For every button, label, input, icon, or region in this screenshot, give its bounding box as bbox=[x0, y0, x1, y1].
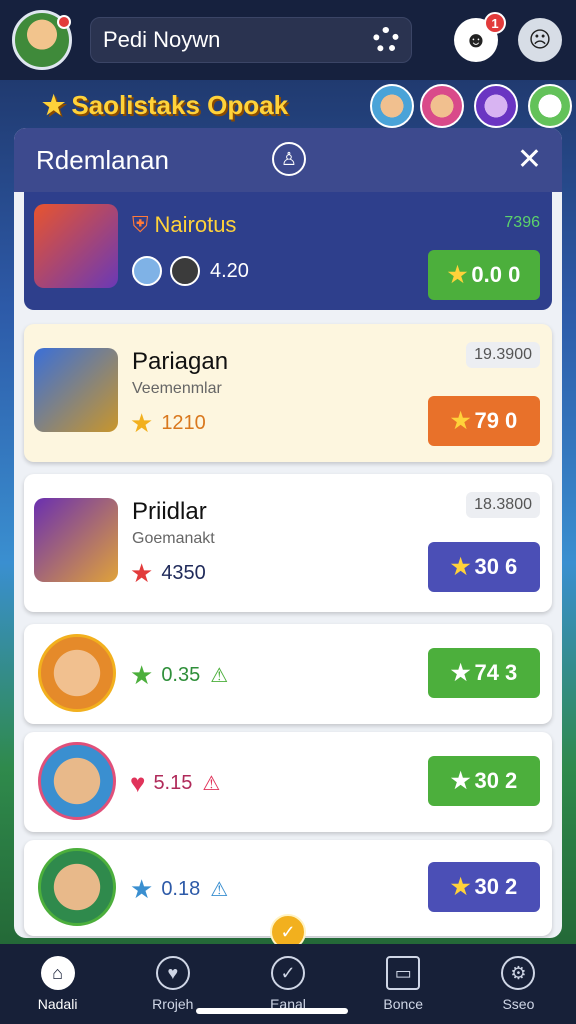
action-button[interactable]: ★ 74 3 bbox=[428, 648, 540, 698]
star-icon: ★ bbox=[42, 90, 66, 120]
action-button[interactable]: ★ 30 2 bbox=[428, 862, 540, 912]
player-portrait bbox=[38, 848, 116, 926]
player-portrait bbox=[34, 204, 118, 288]
action-button[interactable]: ★ 30 2 bbox=[428, 756, 540, 806]
tv-icon: ▭ bbox=[386, 956, 421, 990]
player-score: ♥ 5.15 ⚠ bbox=[130, 768, 221, 798]
notification-badge: 1 bbox=[484, 12, 506, 34]
featured-player-card[interactable]: ⛨ Nairotus 7396 4.20 ★ 0.0 0 bbox=[24, 192, 552, 310]
status-dot bbox=[57, 15, 71, 29]
featured-name: ⛨ Nairotus bbox=[132, 212, 237, 237]
player-row[interactable]: Priidlar Goemanakt ★ 4350 18.3800 ★ 30 6 bbox=[24, 474, 552, 612]
username-field[interactable]: Pedi Noywn bbox=[90, 17, 412, 63]
settings-gear-icon[interactable] bbox=[373, 27, 399, 53]
star-icon: ★ bbox=[450, 554, 471, 579]
nav-label: Nadali bbox=[37, 996, 78, 1012]
nav-label: Sseo bbox=[502, 996, 535, 1012]
panel-title: Rdemlanan bbox=[36, 144, 169, 175]
friend-avatar[interactable] bbox=[528, 84, 572, 128]
player-name: Priidlar bbox=[132, 498, 207, 525]
username-label: Pedi Noywn bbox=[103, 27, 221, 52]
gear-icon: ⚙ bbox=[501, 956, 536, 990]
player-portrait bbox=[34, 348, 118, 432]
shield-icon: ♥ bbox=[155, 956, 190, 990]
angry-face-icon[interactable]: ☹ bbox=[518, 18, 562, 62]
leaderboard-panel: Rdemlanan ♙ ✕ ⛨ Nairotus 7396 4.20 ★ 0.0 0… bbox=[14, 128, 562, 938]
player-row[interactable]: ★ 0.35 ⚠ ★ 74 3 bbox=[24, 624, 552, 724]
player-tag: 19.3900 bbox=[466, 342, 540, 368]
player-row[interactable]: ♥ 5.15 ⚠ ★ 30 2 bbox=[24, 732, 552, 832]
action-button[interactable]: ★ 30 6 bbox=[428, 542, 540, 592]
player-subtitle: Veemenmlar bbox=[132, 380, 222, 397]
friend-avatar[interactable] bbox=[474, 84, 518, 128]
player-portrait bbox=[34, 498, 118, 582]
player-portrait bbox=[38, 634, 116, 712]
star-icon: ★ bbox=[130, 874, 154, 904]
player-subtitle: Goemanakt bbox=[132, 530, 215, 547]
star-icon: ★ bbox=[130, 660, 154, 690]
warning-icon: ⚠ bbox=[210, 879, 229, 901]
star-icon: ★ bbox=[450, 768, 471, 793]
close-icon[interactable]: ✕ bbox=[517, 142, 542, 177]
star-icon: ★ bbox=[130, 558, 154, 588]
player-tag: 18.3800 bbox=[466, 492, 540, 518]
home-icon: ⌂ bbox=[40, 956, 75, 990]
featured-score: 4.20 bbox=[210, 260, 249, 282]
warning-icon: ⚠ bbox=[202, 773, 221, 795]
nav-label: Bonce bbox=[383, 996, 424, 1012]
star-icon: ★ bbox=[130, 408, 154, 438]
heart-icon: ♥ bbox=[130, 768, 146, 798]
star-icon: ★ bbox=[447, 262, 468, 287]
shield-icon: ⛨ bbox=[132, 212, 149, 237]
player-row[interactable]: Pariagan Veemenmlar ★ 1210 19.3900 ★ 79 0 bbox=[24, 324, 552, 462]
star-icon: ★ bbox=[450, 408, 471, 433]
action-button[interactable]: ★ 79 0 bbox=[428, 396, 540, 446]
warning-icon: ⚠ bbox=[210, 665, 229, 687]
player-score: ★ 4350 bbox=[130, 558, 206, 588]
featured-claim-button[interactable]: ★ 0.0 0 bbox=[428, 250, 540, 300]
panel-header: Rdemlanan ♙ ✕ bbox=[14, 128, 562, 192]
nav-label: Rrojeh bbox=[152, 996, 194, 1012]
trophy-icon[interactable]: ♙ bbox=[272, 142, 306, 176]
banner-title: ★ Saolistaks Opoak bbox=[42, 90, 289, 120]
player-portrait bbox=[38, 742, 116, 820]
avatar[interactable] bbox=[12, 10, 72, 70]
nav-settings[interactable]: ⚙ Sseo bbox=[461, 944, 576, 1024]
home-indicator[interactable] bbox=[196, 1008, 348, 1014]
star-icon: ★ bbox=[450, 660, 471, 685]
nav-bonus[interactable]: ▭ Bonce bbox=[346, 944, 461, 1024]
star-icon: ★ bbox=[450, 874, 471, 899]
team-avatar bbox=[132, 256, 162, 286]
team-avatar bbox=[170, 256, 200, 286]
player-score: ★ 0.18 ⚠ bbox=[130, 874, 229, 904]
player-name: Pariagan bbox=[132, 348, 229, 375]
friend-avatar[interactable] bbox=[420, 84, 464, 128]
nav-home[interactable]: ⌂ Nadali bbox=[0, 944, 115, 1024]
player-score: ★ 0.35 ⚠ bbox=[130, 660, 229, 690]
player-score: ★ 1210 bbox=[130, 408, 206, 438]
check-icon: ✓ bbox=[271, 956, 305, 990]
ghost-chat-icon[interactable]: ☻ 1 bbox=[454, 12, 506, 62]
featured-reward-label: 7396 bbox=[504, 214, 540, 231]
friend-avatar[interactable] bbox=[370, 84, 414, 128]
